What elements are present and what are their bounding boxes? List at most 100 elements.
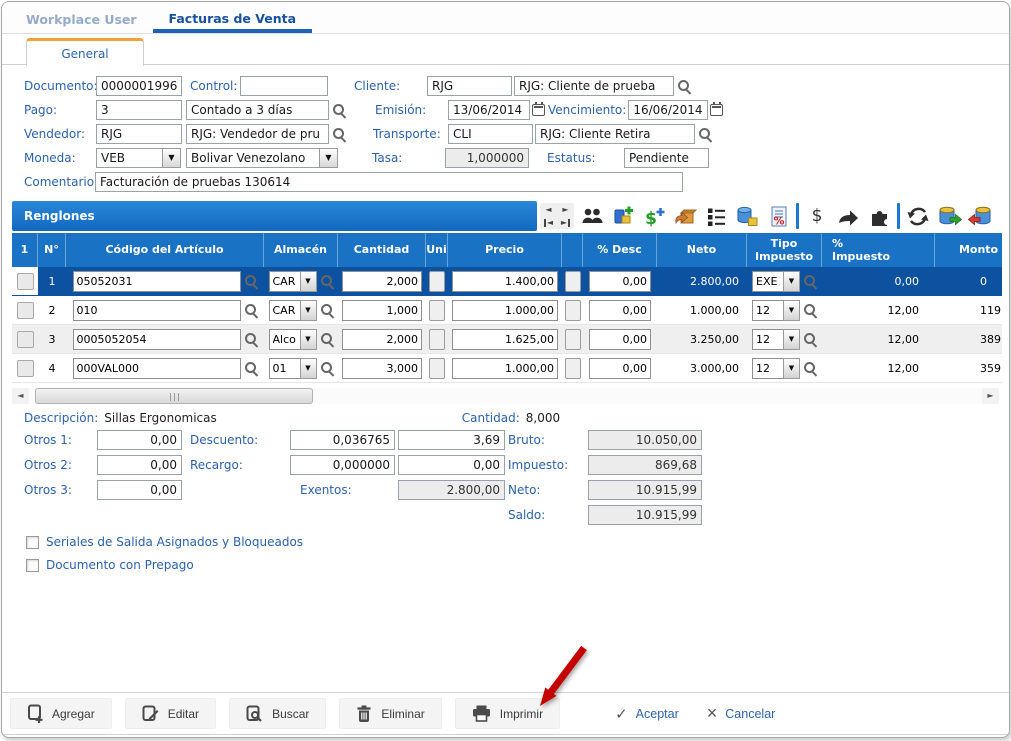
cliente-code-input[interactable] <box>427 76 512 96</box>
pago-name-input[interactable] <box>186 100 329 120</box>
blank-box[interactable] <box>565 358 581 379</box>
almacen-input[interactable] <box>269 329 301 350</box>
scrollbar-track[interactable] <box>29 388 982 404</box>
vendedor-name-input[interactable] <box>186 124 329 144</box>
almacen-input[interactable] <box>269 300 301 321</box>
package-return-icon[interactable] <box>672 203 698 229</box>
tipo-impuesto-input[interactable] <box>752 358 784 379</box>
prepago-checkbox[interactable] <box>26 559 39 572</box>
grid-row-3[interactable]: 3 ▼ 3.250,00 ▼ 12,00 389 <box>12 325 1002 354</box>
cliente-search-icon[interactable] <box>677 79 691 93</box>
agregar-button[interactable]: Agregar <box>10 698 112 729</box>
scrollbar-thumb[interactable] <box>35 388 313 404</box>
codigo-input[interactable] <box>73 271 241 292</box>
eliminar-button[interactable]: Eliminar <box>339 698 441 729</box>
tab-facturas-de-venta[interactable]: Facturas de Venta <box>153 4 312 33</box>
blank-box[interactable] <box>565 329 581 350</box>
almacen-dropdown-icon[interactable]: ▼ <box>300 300 317 321</box>
moneda-code-dropdown-icon[interactable]: ▼ <box>162 148 181 168</box>
recargo-pct-input[interactable] <box>290 455 395 475</box>
tipo-impuesto-dropdown-icon[interactable]: ▼ <box>783 358 800 379</box>
tipo-impuesto-dropdown-icon[interactable]: ▼ <box>783 300 800 321</box>
buscar-button[interactable]: Buscar <box>229 698 326 729</box>
add-price-icon[interactable]: $ <box>641 203 667 229</box>
almacen-input[interactable] <box>269 358 301 379</box>
desc-input[interactable] <box>589 358 651 379</box>
almacen-dropdown-icon[interactable]: ▼ <box>300 271 317 292</box>
tipo-impuesto-dropdown-icon[interactable]: ▼ <box>783 271 800 292</box>
row-select-checkbox[interactable] <box>17 302 34 319</box>
almacen-search-icon[interactable] <box>320 332 334 346</box>
tipo-impuesto-input[interactable] <box>752 300 784 321</box>
codigo-input[interactable] <box>73 329 241 350</box>
tipo-impuesto-search-icon[interactable] <box>803 303 817 317</box>
pago-code-input[interactable] <box>96 100 182 120</box>
almacen-dropdown-icon[interactable]: ▼ <box>300 329 317 350</box>
tab-workplace-user[interactable]: Workplace User <box>10 5 153 33</box>
seriales-option[interactable]: Seriales de Salida Asignados y Bloqueado… <box>26 535 1009 549</box>
otros1-input[interactable] <box>97 430 182 450</box>
aceptar-button[interactable]: ✓ Aceptar <box>615 705 679 723</box>
almacen-dropdown-icon[interactable]: ▼ <box>300 358 317 379</box>
currency-icon[interactable]: $ <box>804 203 830 229</box>
descuento-pct-input[interactable] <box>290 430 395 450</box>
vendedor-code-input[interactable] <box>96 124 182 144</box>
row-select-checkbox[interactable] <box>17 273 34 290</box>
row-select-checkbox[interactable] <box>17 360 34 377</box>
complement-icon[interactable] <box>866 203 892 229</box>
cantidad-input[interactable] <box>342 358 422 379</box>
comentario-input[interactable] <box>95 172 683 192</box>
moneda-code-input[interactable] <box>96 148 163 168</box>
codigo-search-icon[interactable] <box>244 274 258 288</box>
desc-input[interactable] <box>589 300 651 321</box>
forward-icon[interactable] <box>835 203 861 229</box>
vencimiento-calendar-icon[interactable] <box>710 104 723 116</box>
precio-input[interactable] <box>452 300 558 321</box>
transporte-code-input[interactable] <box>448 124 533 144</box>
almacen-search-icon[interactable] <box>320 274 334 288</box>
add-article-icon[interactable] <box>610 203 636 229</box>
clients-icon[interactable] <box>579 203 605 229</box>
grid-row-4[interactable]: 4 ▼ 3.000,00 ▼ 12,00 359 <box>12 354 1002 383</box>
codigo-search-icon[interactable] <box>244 361 258 375</box>
uni-box[interactable] <box>429 329 445 350</box>
tipo-impuesto-input[interactable] <box>752 271 784 292</box>
editar-button[interactable]: Editar <box>125 698 216 729</box>
desc-input[interactable] <box>589 271 651 292</box>
grid-row-1[interactable]: 1 ▼ 2.800,00 ▼ 0,00 0 <box>12 267 1002 296</box>
precio-input[interactable] <box>452 329 558 350</box>
vencimiento-input[interactable] <box>628 100 708 120</box>
almacen-input[interactable] <box>269 271 301 292</box>
scroll-left-icon[interactable]: ◄ <box>12 388 29 404</box>
almacen-search-icon[interactable] <box>320 303 334 317</box>
list-icon[interactable] <box>703 203 729 229</box>
record-navigation-icons[interactable]: ◄► ◄ ► <box>540 203 574 229</box>
tipo-impuesto-input[interactable] <box>752 329 784 350</box>
codigo-search-icon[interactable] <box>244 303 258 317</box>
blank-box[interactable] <box>565 300 581 321</box>
precio-input[interactable] <box>452 358 558 379</box>
tipo-impuesto-search-icon[interactable] <box>803 361 817 375</box>
codigo-input[interactable] <box>73 358 241 379</box>
emision-calendar-icon[interactable] <box>532 104 545 116</box>
scroll-right-icon[interactable]: ► <box>982 388 999 404</box>
codigo-search-icon[interactable] <box>244 332 258 346</box>
tab-general[interactable]: General <box>26 38 144 66</box>
otros2-input[interactable] <box>97 455 182 475</box>
cliente-name-input[interactable] <box>514 76 674 96</box>
recargo-monto-input[interactable] <box>398 455 505 475</box>
uni-box[interactable] <box>429 300 445 321</box>
transporte-search-icon[interactable] <box>698 127 712 141</box>
tipo-impuesto-dropdown-icon[interactable]: ▼ <box>783 329 800 350</box>
pago-search-icon[interactable] <box>332 103 346 117</box>
descuento-monto-input[interactable] <box>398 430 505 450</box>
seriales-checkbox[interactable] <box>26 536 39 549</box>
tipo-impuesto-search-icon[interactable] <box>803 332 817 346</box>
codigo-input[interactable] <box>73 300 241 321</box>
prepago-option[interactable]: Documento con Prepago <box>26 558 1009 572</box>
cantidad-input[interactable] <box>342 271 422 292</box>
price-document-icon[interactable]: % <box>765 203 791 229</box>
stock-icon[interactable] <box>734 203 760 229</box>
cancelar-button[interactable]: × Cancelar <box>707 703 776 724</box>
emision-input[interactable] <box>448 100 530 120</box>
